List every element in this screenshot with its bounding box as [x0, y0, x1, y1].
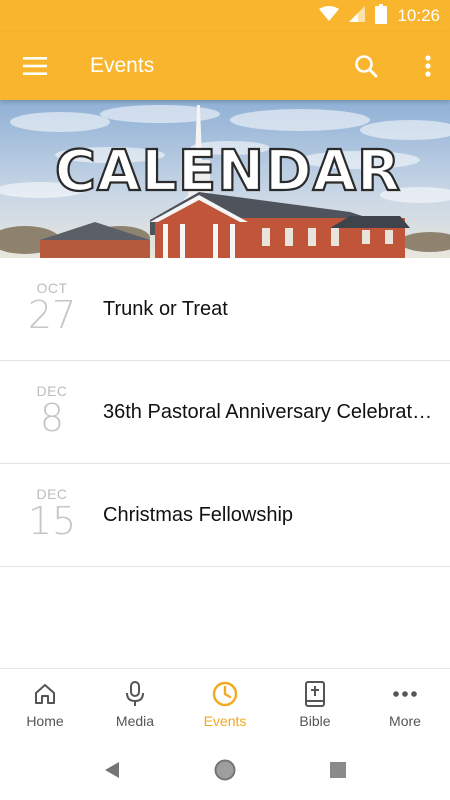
event-day: 8: [39, 396, 65, 440]
tab-label: Events: [203, 713, 247, 729]
event-day: 15: [27, 499, 77, 543]
system-nav-bar: [0, 740, 450, 800]
tab-home[interactable]: Home: [0, 669, 90, 740]
app-bar: Events: [0, 32, 450, 100]
event-title: Trunk or Treat: [103, 298, 228, 320]
event-date: DEC 8: [22, 383, 82, 437]
event-title: Christmas Fellowship: [103, 504, 294, 526]
recents-icon: [330, 762, 346, 778]
event-row[interactable]: OCT 27 Trunk or Treat: [0, 258, 450, 361]
event-row[interactable]: DEC 15 Christmas Fellowship: [0, 464, 450, 567]
tab-more[interactable]: More: [360, 669, 450, 740]
status-time: 10:26: [397, 6, 440, 25]
event-row[interactable]: DEC 8 36th Pastoral Anniversary Celebrat…: [0, 361, 450, 464]
wifi-icon: [319, 5, 340, 27]
bottom-tab-bar: Home Media Events Bible More: [0, 668, 450, 740]
overflow-menu-button[interactable]: [416, 46, 440, 86]
banner-text: CALENDAR: [55, 139, 401, 204]
status-icons: 10:26: [319, 0, 440, 32]
bible-icon: [302, 681, 328, 707]
microphone-icon: [122, 681, 148, 707]
status-bar: 10:26: [0, 0, 450, 32]
home-circle-icon: [214, 759, 236, 781]
recents-button[interactable]: [324, 756, 352, 784]
tab-media[interactable]: Media: [90, 669, 180, 740]
event-day: 27: [27, 293, 77, 337]
back-icon: [105, 762, 119, 778]
signal-icon: [349, 5, 366, 27]
page-title: Events: [90, 54, 155, 77]
tab-bible[interactable]: Bible: [270, 669, 360, 740]
clock-icon: [212, 681, 238, 707]
event-list: OCT 27 Trunk or Treat DEC 8 36th Pastora…: [0, 258, 450, 567]
calendar-banner: CALENDAR: [0, 100, 450, 258]
battery-icon: [375, 3, 388, 29]
tab-label: Bible: [299, 713, 331, 729]
tab-label: Media: [115, 713, 155, 729]
more-horiz-icon: [392, 681, 418, 707]
event-date: OCT 27: [22, 280, 82, 334]
tab-events[interactable]: Events: [180, 669, 270, 740]
more-vert-icon: [425, 55, 431, 77]
menu-icon: [23, 57, 47, 75]
home-nav-button[interactable]: [211, 756, 239, 784]
event-date: DEC 15: [22, 486, 82, 540]
search-button[interactable]: [346, 46, 386, 86]
home-icon: [32, 681, 58, 707]
tab-label: More: [389, 713, 421, 729]
back-button[interactable]: [98, 756, 126, 784]
search-icon: [355, 55, 378, 78]
event-title: 36th Pastoral Anniversary Celebration: [103, 401, 433, 423]
tab-label: Home: [26, 713, 64, 729]
menu-button[interactable]: [14, 46, 56, 86]
